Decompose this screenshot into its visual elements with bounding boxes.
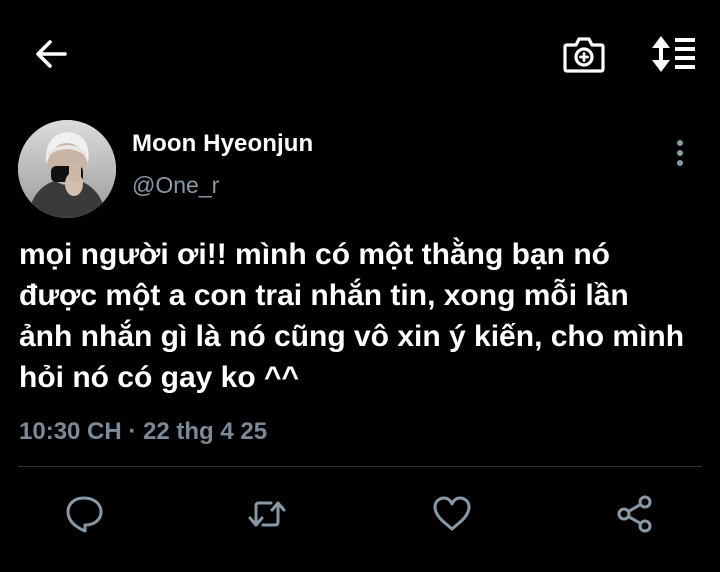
tweet-text: mọi người ơi!! mình có một thằng bạn nó … — [19, 238, 685, 394]
back-arrow-icon[interactable] — [33, 36, 69, 72]
divider — [18, 466, 702, 467]
retweet-icon[interactable] — [247, 494, 287, 534]
like-heart-icon[interactable] — [432, 494, 472, 534]
sort-list-icon[interactable] — [650, 34, 698, 74]
tweet-timestamp[interactable]: 10:30 CH · 22 thg 4 25 — [19, 418, 267, 446]
author-name[interactable]: Moon Hyeonjun — [132, 130, 313, 158]
camera-add-icon[interactable] — [563, 34, 605, 74]
reply-icon[interactable] — [64, 494, 104, 534]
share-icon[interactable] — [615, 494, 655, 534]
top-bar — [0, 0, 720, 100]
author-handle[interactable]: @One_r — [132, 172, 219, 199]
avatar[interactable] — [18, 120, 116, 218]
more-options-icon[interactable] — [668, 138, 692, 168]
avatar-photo-icon — [18, 120, 116, 218]
